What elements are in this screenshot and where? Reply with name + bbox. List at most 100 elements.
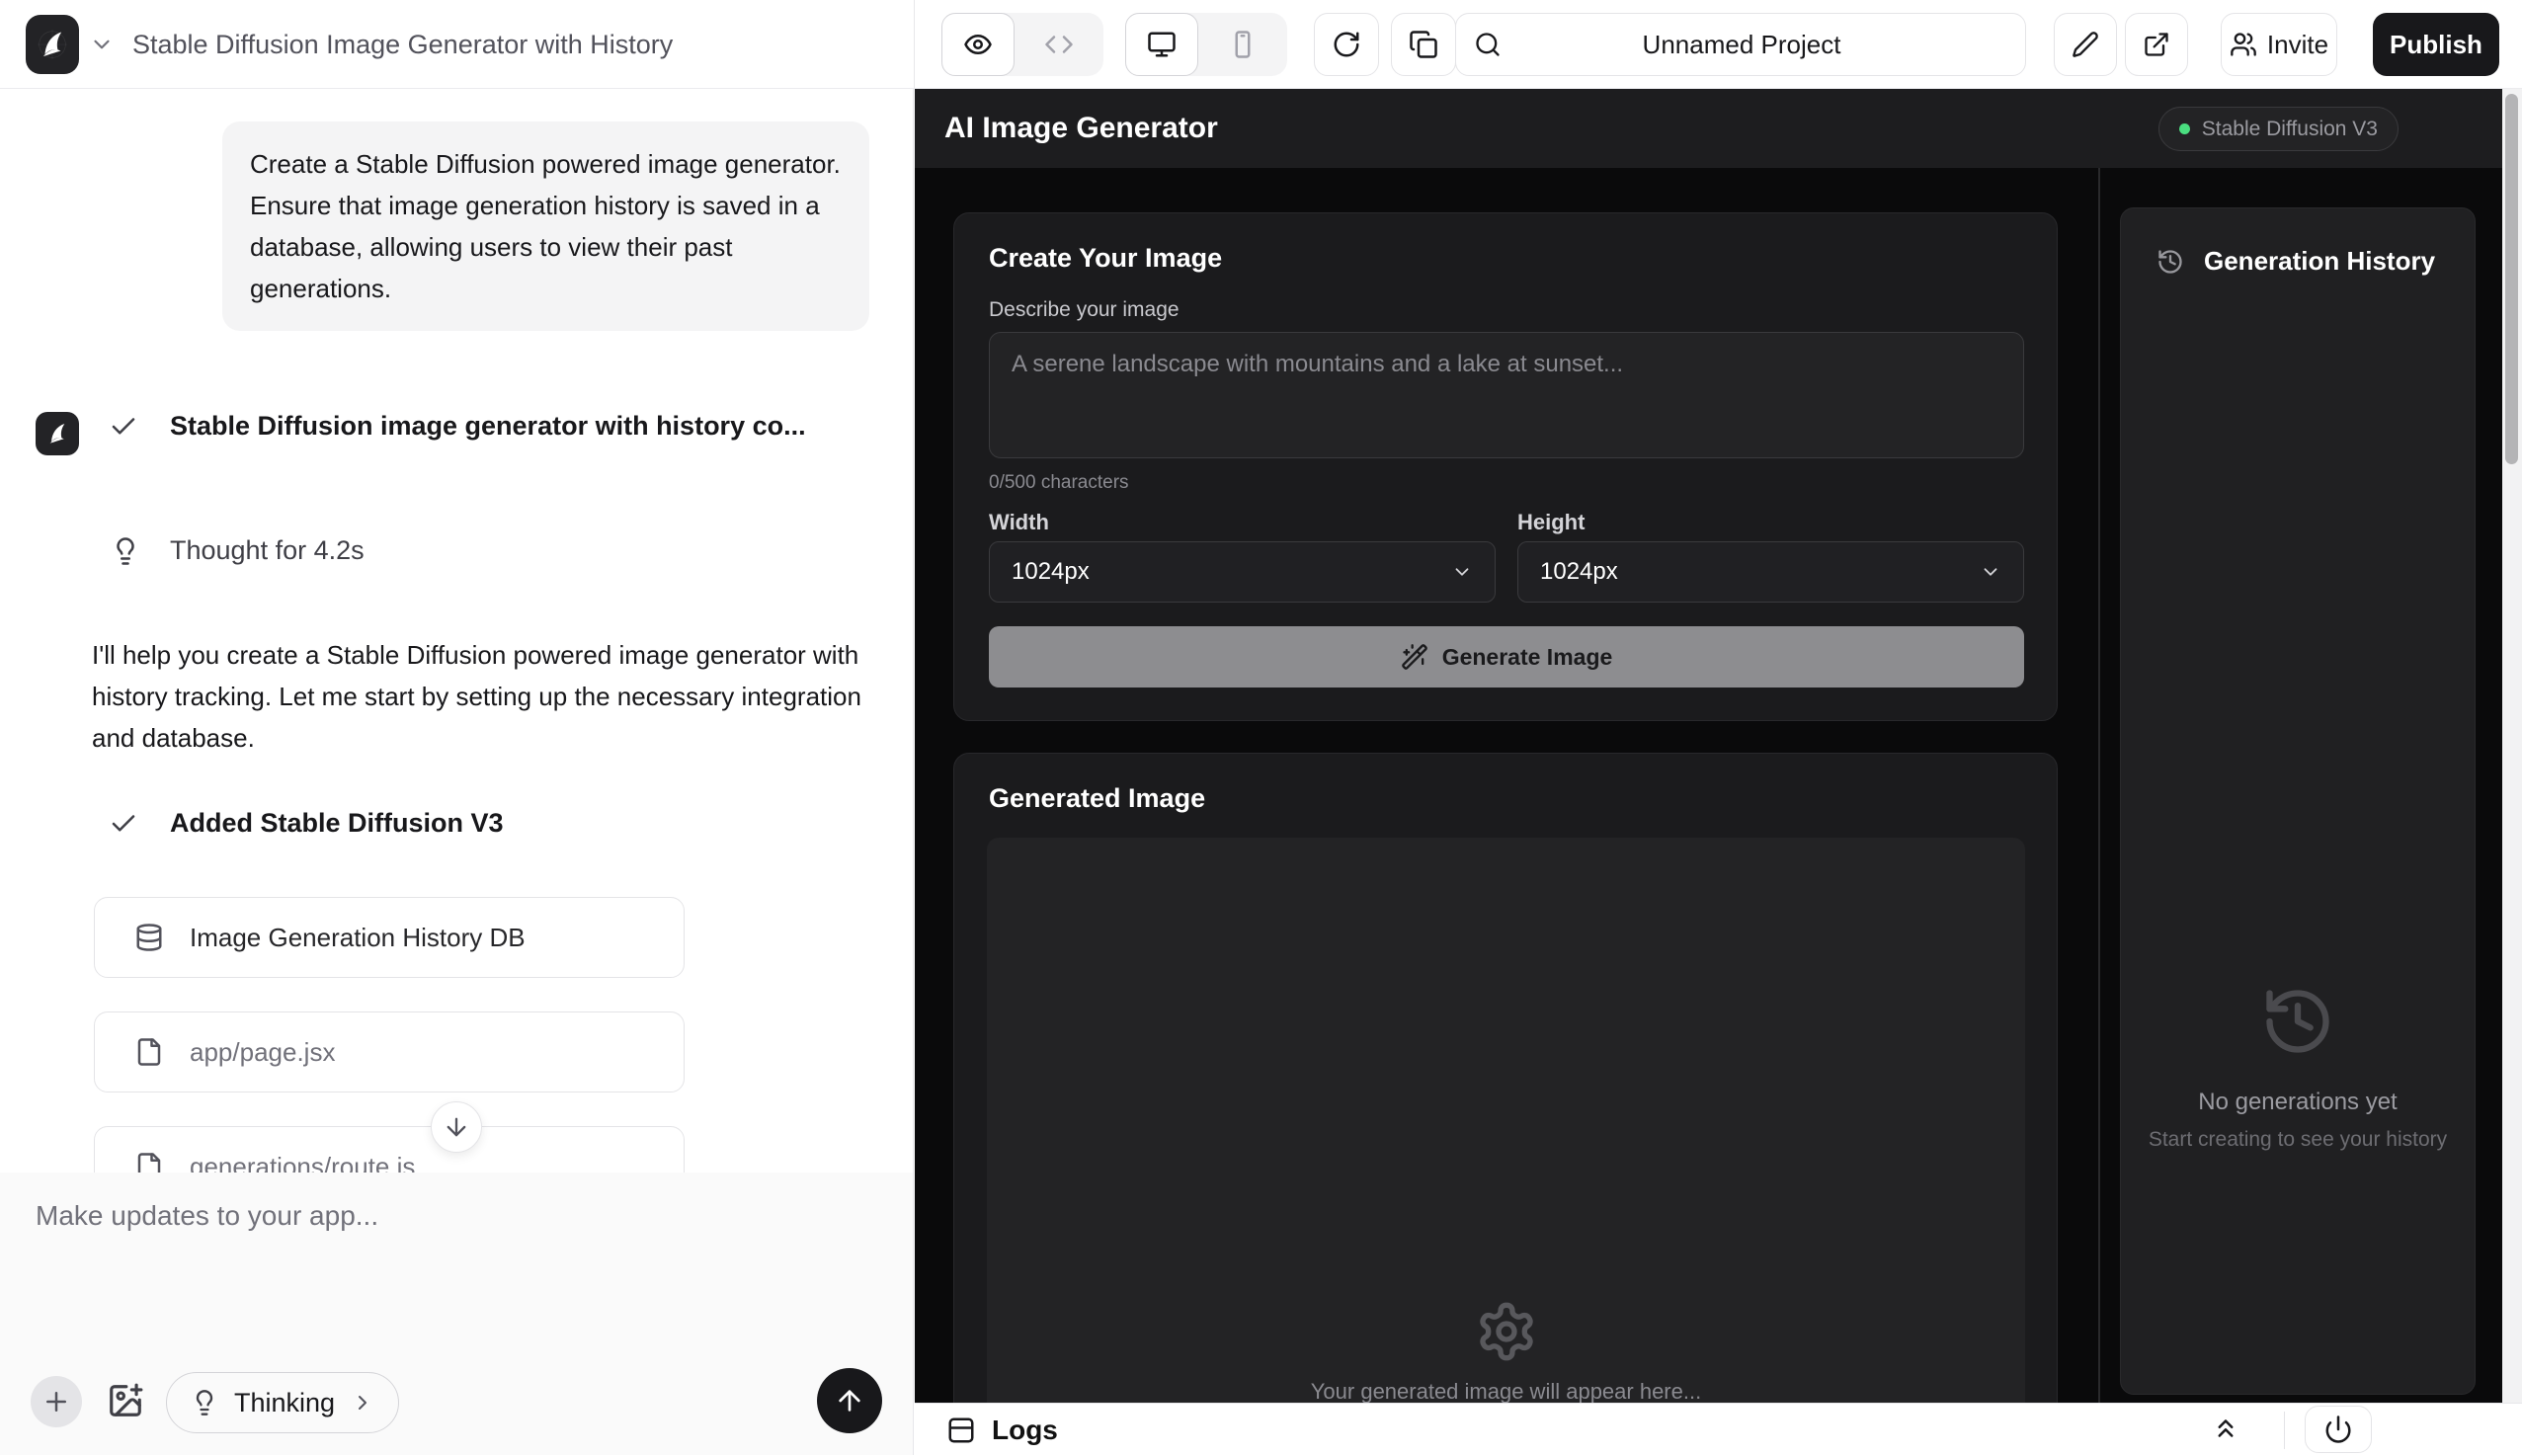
assistant-avatar [36, 412, 79, 455]
generation-history-panel: Generation History No generations yet St… [2120, 207, 2476, 1395]
copy-button[interactable] [1391, 13, 1456, 76]
invite-label: Invite [2267, 30, 2328, 60]
chevron-down-icon [1451, 561, 1473, 583]
project-url-bar[interactable]: Unnamed Project [1455, 13, 2026, 76]
lightbulb-icon [191, 1389, 218, 1416]
image-plus-icon [107, 1382, 144, 1419]
thought-row[interactable]: Thought for 4.2s [111, 535, 365, 566]
check-icon [109, 412, 138, 442]
smartphone-icon [1228, 30, 1258, 59]
chat-composer: Thinking [0, 1173, 914, 1455]
generate-label: Generate Image [1442, 644, 1613, 671]
model-status-badge: Stable Diffusion V3 [2158, 107, 2399, 151]
view-mode-toggle [941, 13, 1103, 76]
generated-image-card: Generated Image Your generated image wil… [953, 753, 2058, 1403]
expand-logs-button[interactable] [2211, 1414, 2240, 1443]
history-title: Generation History [2204, 246, 2435, 277]
width-label: Width [989, 510, 1049, 535]
power-icon [2323, 1415, 2353, 1444]
search-icon [1474, 31, 1502, 58]
artifact-label: app/page.jsx [190, 1037, 335, 1068]
app-root: Stable Diffusion Image Generator with Hi… [0, 0, 2522, 1455]
publish-button[interactable]: Publish [2373, 13, 2499, 76]
logo-swoosh-icon [33, 25, 72, 64]
monitor-icon [1147, 30, 1177, 59]
history-icon [2156, 248, 2184, 276]
refresh-icon [1332, 30, 1361, 59]
composer-input[interactable] [36, 1200, 865, 1378]
thinking-label: Thinking [234, 1388, 335, 1418]
app-logo[interactable] [26, 15, 79, 74]
task-title: Stable Diffusion image generator with hi… [170, 411, 806, 442]
desktop-view-button[interactable] [1125, 13, 1198, 76]
added-integration-row: Added Stable Diffusion V3 [109, 808, 504, 839]
wand-sparkles-icon [1401, 643, 1428, 671]
preview-scrollbar[interactable] [2502, 89, 2522, 1403]
logs-label: Logs [992, 1415, 1058, 1446]
file-icon [134, 1037, 164, 1067]
preview-app-header: AI Image Generator Stable Diffusion V3 [915, 89, 2522, 168]
logs-bar[interactable]: Logs [915, 1403, 2522, 1455]
logs-toggle[interactable]: Logs [946, 1404, 1058, 1456]
send-button[interactable] [817, 1368, 882, 1433]
chevron-down-icon[interactable] [89, 32, 115, 57]
user-message-bubble: Create a Stable Diffusion powered image … [222, 121, 869, 331]
thinking-mode-button[interactable]: Thinking [166, 1372, 399, 1433]
preview-eye-button[interactable] [941, 13, 1015, 76]
copy-icon [1409, 30, 1438, 59]
height-select[interactable]: 1024px [1517, 541, 2024, 603]
gear-icon [1475, 1300, 1538, 1363]
lightbulb-icon [111, 536, 140, 566]
char-counter: 0/500 characters [989, 472, 1129, 494]
publish-label: Publish [2390, 30, 2482, 60]
generated-card-title: Generated Image [989, 783, 1205, 814]
history-empty-title: No generations yet [2198, 1089, 2397, 1116]
page-title: Stable Diffusion Image Generator with Hi… [132, 0, 673, 89]
panel-top-icon [946, 1416, 976, 1445]
open-external-button[interactable] [2125, 13, 2188, 76]
code-view-button[interactable] [1015, 13, 1103, 76]
external-link-icon [2143, 31, 2170, 58]
power-button[interactable] [2305, 1406, 2372, 1453]
logo-swoosh-icon [41, 418, 73, 449]
history-header: Generation History [2156, 246, 2435, 277]
top-bar: Stable Diffusion Image Generator with Hi… [0, 0, 2522, 89]
create-image-card: Create Your Image Describe your image 0/… [953, 212, 2058, 721]
preview-app-title: AI Image Generator [944, 112, 1218, 145]
model-badge-label: Stable Diffusion V3 [2202, 118, 2378, 141]
attach-button[interactable] [31, 1376, 82, 1427]
prompt-input[interactable] [989, 332, 2024, 458]
generated-image-placeholder: Your generated image will appear here... [987, 838, 2025, 1403]
refresh-button[interactable] [1314, 13, 1379, 76]
generate-image-button[interactable]: Generate Image [989, 626, 2024, 688]
height-label: Height [1517, 510, 1585, 535]
plus-icon [41, 1387, 71, 1416]
task-status-row[interactable]: Stable Diffusion image generator with hi… [109, 411, 806, 442]
chevron-right-icon [351, 1391, 374, 1415]
added-label: Added Stable Diffusion V3 [170, 808, 504, 839]
artifact-card-file[interactable]: app/page.jsx [94, 1011, 685, 1092]
chat-panel: Create a Stable Diffusion powered image … [0, 89, 914, 1455]
users-icon [2230, 31, 2257, 58]
preview-column-divider [2098, 168, 2100, 1403]
status-dot [2179, 123, 2190, 134]
add-image-button[interactable] [107, 1382, 144, 1419]
width-select[interactable]: 1024px [989, 541, 1496, 603]
device-toggle [1125, 13, 1287, 76]
invite-button[interactable]: Invite [2221, 13, 2337, 76]
edit-button[interactable] [2054, 13, 2117, 76]
arrow-down-icon [443, 1113, 470, 1141]
check-icon [109, 809, 138, 839]
scroll-to-bottom-button[interactable] [431, 1101, 482, 1153]
chevrons-up-icon [2211, 1414, 2240, 1443]
artifact-card-database[interactable]: Image Generation History DB [94, 897, 685, 978]
artifact-label: Image Generation History DB [190, 923, 526, 953]
thought-duration: Thought for 4.2s [170, 535, 365, 566]
generated-empty-text: Your generated image will appear here... [987, 1379, 2025, 1403]
mobile-view-button[interactable] [1198, 13, 1287, 76]
history-empty-subtitle: Start creating to see your history [2149, 1128, 2447, 1152]
height-value: 1024px [1540, 558, 1618, 586]
topbar-divider [914, 0, 915, 89]
history-empty-state: No generations yet Start creating to see… [2121, 984, 2475, 1152]
scrollbar-thumb[interactable] [2505, 94, 2518, 464]
